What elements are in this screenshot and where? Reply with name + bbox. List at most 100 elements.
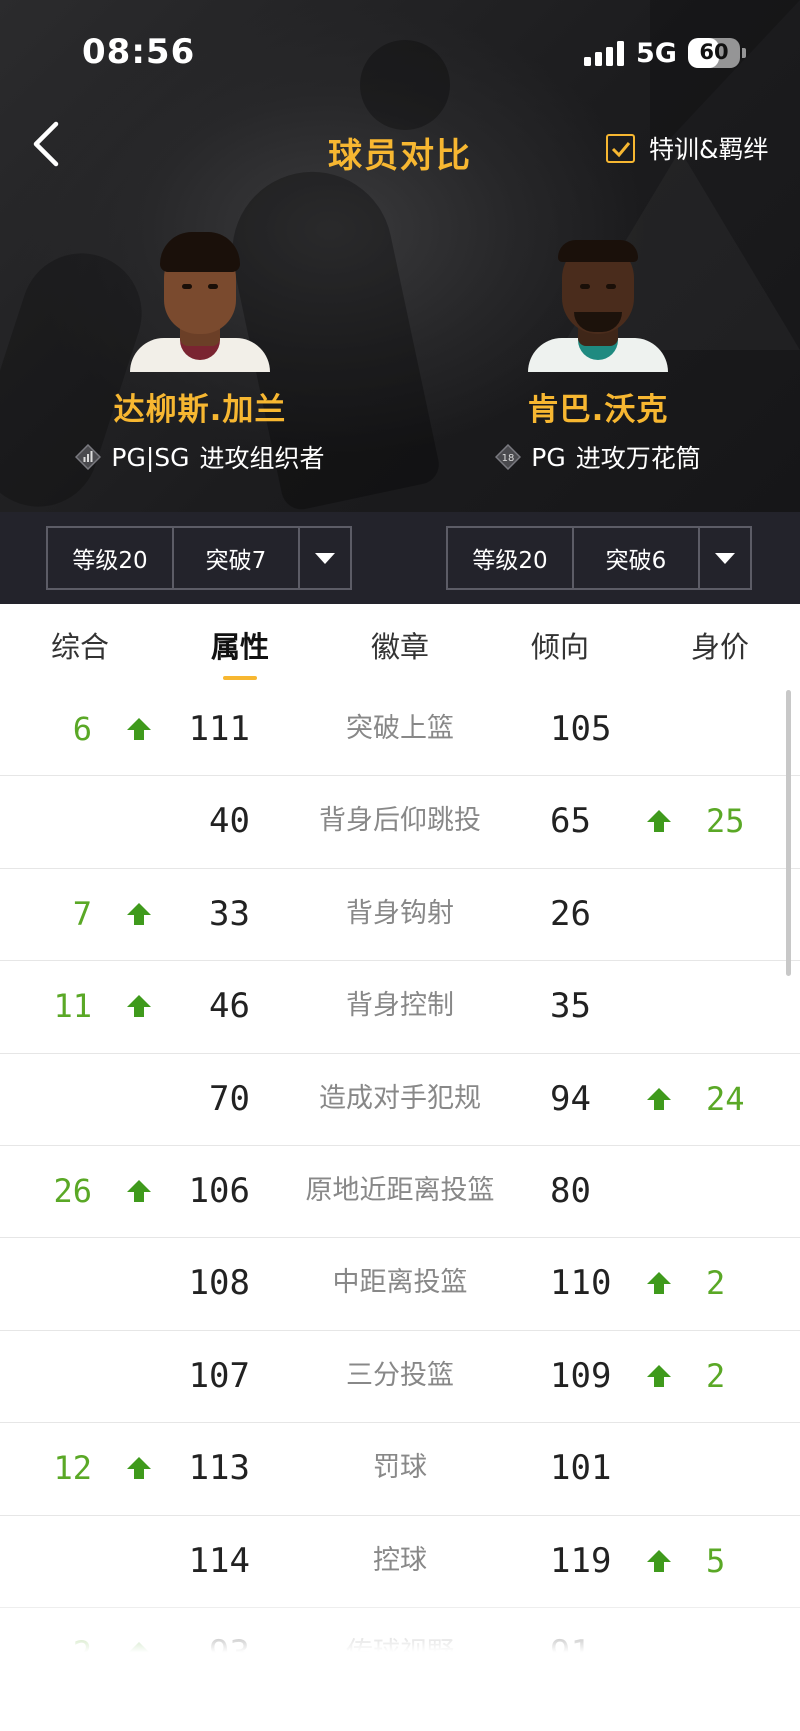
tab-label: 身价 xyxy=(690,630,749,664)
left-advantage-value: 6 xyxy=(72,710,92,748)
player-position: PG xyxy=(531,442,566,472)
right-attribute-value: 119 xyxy=(550,1540,612,1581)
attribute-name: 突破上篮 xyxy=(346,713,454,744)
player-card-left: 达柳斯.加兰 PG|SG 进攻组织者 xyxy=(20,230,380,475)
table-row: 108 中距离投篮 110 2 xyxy=(0,1238,800,1331)
tab-label: 徽章 xyxy=(370,630,429,664)
tab-overall[interactable]: 综合 xyxy=(0,604,160,684)
player-archetype: 进攻组织者 xyxy=(199,444,325,473)
bottom-fade xyxy=(0,1600,800,1731)
left-advantage-value: 12 xyxy=(53,1449,92,1488)
attribute-name: 背身后仰跳投 xyxy=(319,805,481,837)
up-arrow-icon xyxy=(646,1331,674,1423)
up-arrow-icon xyxy=(126,1146,154,1238)
left-attribute-value: 33 xyxy=(209,893,250,934)
left-attribute-value: 40 xyxy=(209,801,250,842)
scrollbar[interactable] xyxy=(786,690,791,976)
right-attribute-value: 110 xyxy=(550,1263,612,1304)
player-left-selector: 等级20 突破7 xyxy=(46,526,352,590)
table-row: 12 113 罚球 101 xyxy=(0,1423,800,1516)
header-banner: 08:56 5G 60 球员对比 特训&羁绊 达柳斯.加兰 PG|SG 进攻组织… xyxy=(0,0,800,512)
left-attribute-value: 114 xyxy=(188,1540,250,1581)
dropdown-button[interactable] xyxy=(700,528,750,588)
player-name: 达柳斯.加兰 xyxy=(113,392,287,428)
left-attribute-value: 108 xyxy=(188,1263,250,1304)
right-attribute-value: 26 xyxy=(550,893,591,934)
status-time: 08:56 xyxy=(82,32,196,72)
attribute-name: 三分投篮 xyxy=(346,1359,454,1391)
table-row: 70 造成对手犯规 94 24 xyxy=(0,1054,800,1146)
table-row: 6 111 突破上篮 105 xyxy=(0,684,800,777)
up-arrow-icon xyxy=(646,1516,674,1608)
attribute-name: 罚球 xyxy=(373,1452,427,1484)
training-bond-toggle[interactable]: 特训&羁绊 xyxy=(606,130,769,166)
checkbox-checked-icon[interactable] xyxy=(606,133,635,163)
caret-down-icon xyxy=(315,553,335,564)
right-attribute-value: 105 xyxy=(550,709,612,749)
player-card-right: 肯巴.沃克 18 PG 进攻万花筒 xyxy=(418,230,778,475)
attribute-name: 控球 xyxy=(373,1544,427,1576)
up-arrow-icon xyxy=(646,1238,674,1330)
right-attribute-value: 80 xyxy=(550,1170,591,1211)
player-avatar xyxy=(518,230,678,372)
up-arrow-icon xyxy=(126,869,154,961)
tab-bar: 综合 属性 徽章 倾向 身价 xyxy=(0,604,800,684)
dropdown-button[interactable] xyxy=(300,528,350,588)
active-tab-indicator xyxy=(223,676,257,680)
tab-badges[interactable]: 徽章 xyxy=(320,604,480,684)
level-selector[interactable]: 等级20 xyxy=(448,528,574,588)
player-name: 肯巴.沃克 xyxy=(527,392,669,428)
network-type: 5G xyxy=(636,38,677,69)
right-advantage-value: 24 xyxy=(706,1079,745,1118)
up-arrow-icon xyxy=(646,776,674,868)
battery-level: 60 xyxy=(699,40,729,64)
right-advantage-value: 2 xyxy=(706,1264,726,1303)
left-advantage-value: 26 xyxy=(53,1171,92,1210)
right-attribute-value: 94 xyxy=(550,1078,591,1119)
table-row: 7 33 背身钩射 26 xyxy=(0,869,800,962)
left-advantage-value: 7 xyxy=(72,894,92,933)
status-bar: 08:56 5G 60 xyxy=(0,0,800,100)
attribute-name: 背身控制 xyxy=(346,990,454,1022)
left-attribute-value: 46 xyxy=(209,986,250,1027)
player-position-info: PG|SG 进攻组织者 xyxy=(20,439,380,475)
level-selector[interactable]: 等级20 xyxy=(48,528,174,588)
breakthrough-selector[interactable]: 突破6 xyxy=(574,528,700,588)
player-archetype: 进攻万花筒 xyxy=(575,444,701,473)
player-position-info: 18 PG 进攻万花筒 xyxy=(418,439,778,475)
player-position: PG|SG xyxy=(111,442,190,472)
signal-icon xyxy=(584,40,626,66)
left-advantage-value: 11 xyxy=(53,987,92,1026)
right-advantage-value: 5 xyxy=(706,1541,726,1580)
right-attribute-value: 109 xyxy=(550,1355,612,1396)
attribute-name: 中距离投篮 xyxy=(332,1267,468,1299)
tab-attributes[interactable]: 属性 xyxy=(160,604,320,684)
left-attribute-value: 70 xyxy=(209,1078,250,1119)
rating-badge-text: 18 xyxy=(502,453,515,464)
table-row: 11 46 背身控制 35 xyxy=(0,961,800,1054)
attribute-name: 造成对手犯规 xyxy=(319,1082,481,1114)
table-row: 114 控球 119 5 xyxy=(0,1516,800,1608)
up-arrow-icon xyxy=(646,1054,674,1146)
battery-icon: 60 xyxy=(688,38,746,68)
up-arrow-icon xyxy=(126,684,154,776)
left-attribute-value: 111 xyxy=(188,709,250,749)
right-advantage-value: 2 xyxy=(706,1356,726,1395)
attribute-name: 原地近距离投篮 xyxy=(305,1174,495,1206)
tab-value[interactable]: 身价 xyxy=(640,604,800,684)
right-attribute-value: 65 xyxy=(550,801,591,842)
player-avatar xyxy=(120,230,280,372)
training-bond-label: 特训&羁绊 xyxy=(649,135,769,164)
table-row: 26 106 原地近距离投篮 80 xyxy=(0,1146,800,1239)
tab-label: 综合 xyxy=(50,630,109,664)
caret-down-icon xyxy=(715,553,735,564)
left-attribute-value: 113 xyxy=(188,1448,250,1489)
breakthrough-selector[interactable]: 突破7 xyxy=(174,528,300,588)
table-row: 107 三分投篮 109 2 xyxy=(0,1331,800,1424)
attribute-comparison-list[interactable]: 6 111 突破上篮 105 40 背身后仰跳投 65 2 5 7 33 背身钩射 26 11 46 背身控制… xyxy=(0,684,800,1656)
tab-tendencies[interactable]: 倾向 xyxy=(480,604,640,684)
bar-chart-icon xyxy=(75,444,102,470)
up-arrow-icon xyxy=(126,961,154,1053)
player-right-selector: 等级20 突破6 xyxy=(446,526,752,590)
attribute-name: 背身钩射 xyxy=(346,897,454,929)
